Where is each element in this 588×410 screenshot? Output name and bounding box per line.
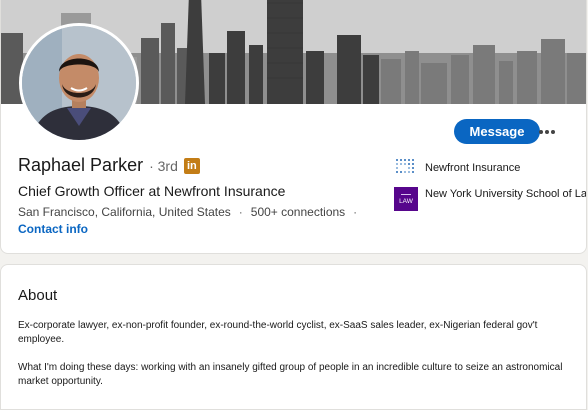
contact-info-link[interactable]: Contact info	[18, 222, 88, 236]
separator: ·	[238, 205, 243, 219]
profile-photo[interactable]	[19, 23, 139, 143]
more-horizontal-icon	[539, 129, 555, 134]
profile-location: San Francisco, California, United States	[18, 205, 231, 219]
about-card: About Ex-corporate lawyer, ex-non-profit…	[0, 264, 587, 410]
profile-card: Message Raphael Parker · 3rd in Chief Gr…	[0, 0, 587, 254]
about-paragraph: What I'm doing these days: working with …	[18, 362, 563, 387]
experience-label: Newfront Insurance	[425, 162, 521, 174]
profile-headline: Chief Growth Officer at Newfront Insuran…	[18, 183, 286, 199]
nyu-law-logo-icon: LAW	[394, 187, 418, 211]
experience-item-newfront[interactable]: Newfront Insurance	[394, 157, 586, 181]
more-options-button[interactable]	[532, 119, 562, 144]
separator: ·	[353, 205, 358, 219]
avatar-image	[22, 26, 136, 140]
experience-label: New York University School of Law	[425, 188, 587, 200]
location-row: San Francisco, California, United States…	[18, 205, 365, 219]
newfront-logo-icon	[396, 159, 414, 173]
about-heading: About	[18, 287, 58, 304]
name-row: Raphael Parker · 3rd in	[18, 155, 200, 176]
connection-degree: · 3rd	[149, 157, 178, 174]
profile-name: Raphael Parker	[18, 155, 144, 175]
message-button[interactable]: Message	[454, 119, 540, 144]
experience-item-nyu-law[interactable]: LAW New York University School of Law	[394, 187, 587, 211]
connections-count[interactable]: 500+ connections	[251, 205, 345, 219]
about-paragraph: Ex-corporate lawyer, ex-non-profit found…	[18, 320, 538, 345]
logo-text: LAW	[399, 198, 413, 205]
linkedin-icon: in	[183, 157, 200, 174]
